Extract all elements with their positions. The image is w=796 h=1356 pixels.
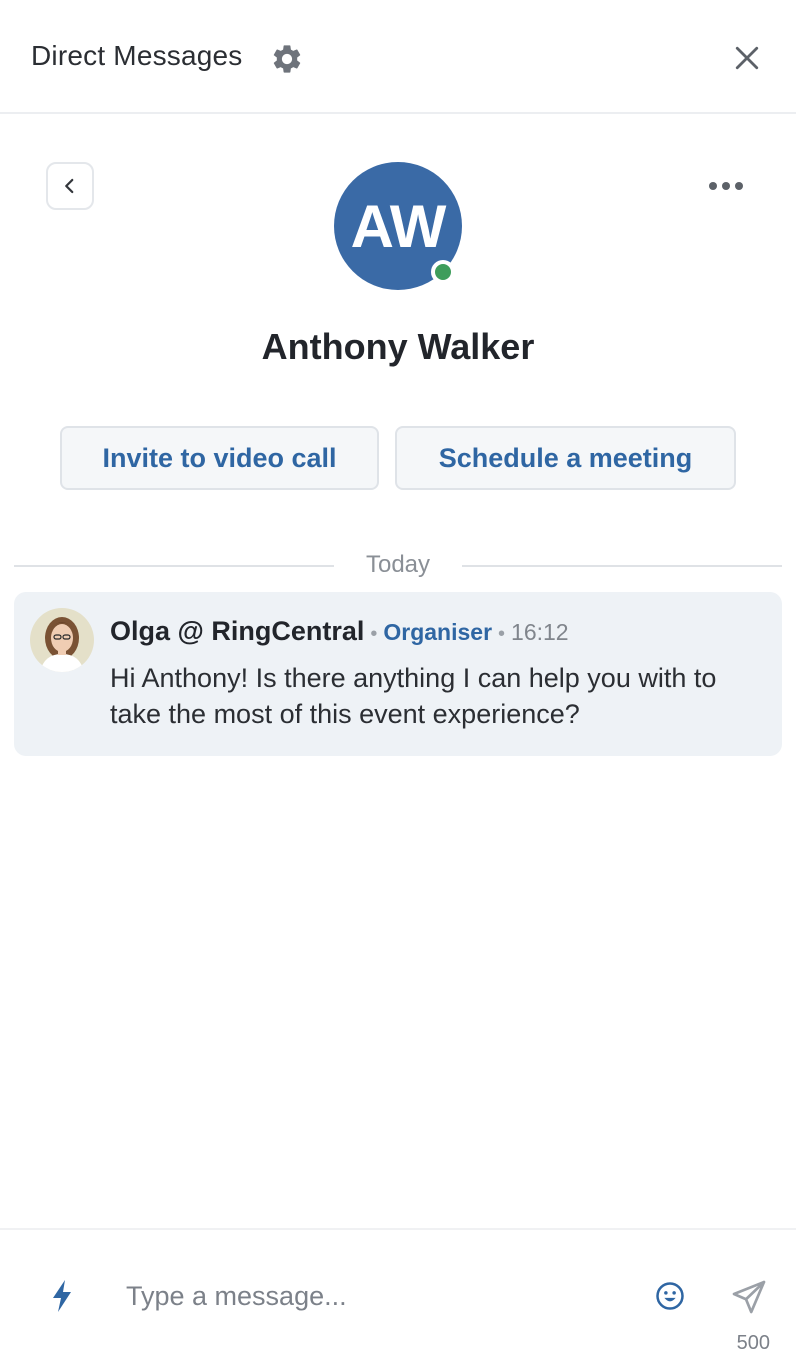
role-badge: Organiser [383, 619, 493, 645]
schedule-meeting-button[interactable]: Schedule a meeting [395, 426, 736, 490]
direct-messages-panel: Direct Messages AW Anthony Walker Invite… [0, 0, 796, 1356]
avatar-initials: AW [350, 192, 447, 260]
message-text: Hi Anthony! Is there anything I can help… [110, 663, 717, 729]
close-icon[interactable] [726, 37, 768, 79]
more-options-icon[interactable] [700, 166, 752, 206]
divider-line [462, 565, 782, 567]
gear-icon[interactable] [268, 40, 306, 78]
day-divider: Today [14, 546, 782, 586]
send-icon[interactable] [728, 1276, 770, 1318]
lightning-icon[interactable] [44, 1276, 80, 1316]
online-status-indicator [431, 260, 455, 284]
back-button[interactable] [46, 162, 94, 210]
message-input[interactable] [126, 1274, 626, 1318]
message-timestamp: 16:12 [511, 619, 569, 645]
character-count: 500 [736, 1332, 770, 1354]
invite-video-call-button[interactable]: Invite to video call [60, 426, 379, 490]
message-author[interactable]: Olga @ RingCentral [110, 616, 364, 647]
meta-separator: • [370, 623, 378, 645]
sender-avatar[interactable] [30, 608, 94, 672]
chat-message: Olga @ RingCentral • Organiser • 16:12 H… [14, 592, 782, 756]
panel-header: Direct Messages [0, 0, 796, 114]
chevron-left-icon [65, 178, 74, 194]
message-meta: Olga @ RingCentral • Organiser • 16:12 [110, 616, 569, 647]
contact-name: Anthony Walker [261, 326, 535, 367]
emoji-icon[interactable] [652, 1278, 688, 1314]
panel-title: Direct Messages [31, 40, 243, 71]
message-composer: 500 [0, 1228, 796, 1356]
meta-separator: • [498, 623, 506, 645]
